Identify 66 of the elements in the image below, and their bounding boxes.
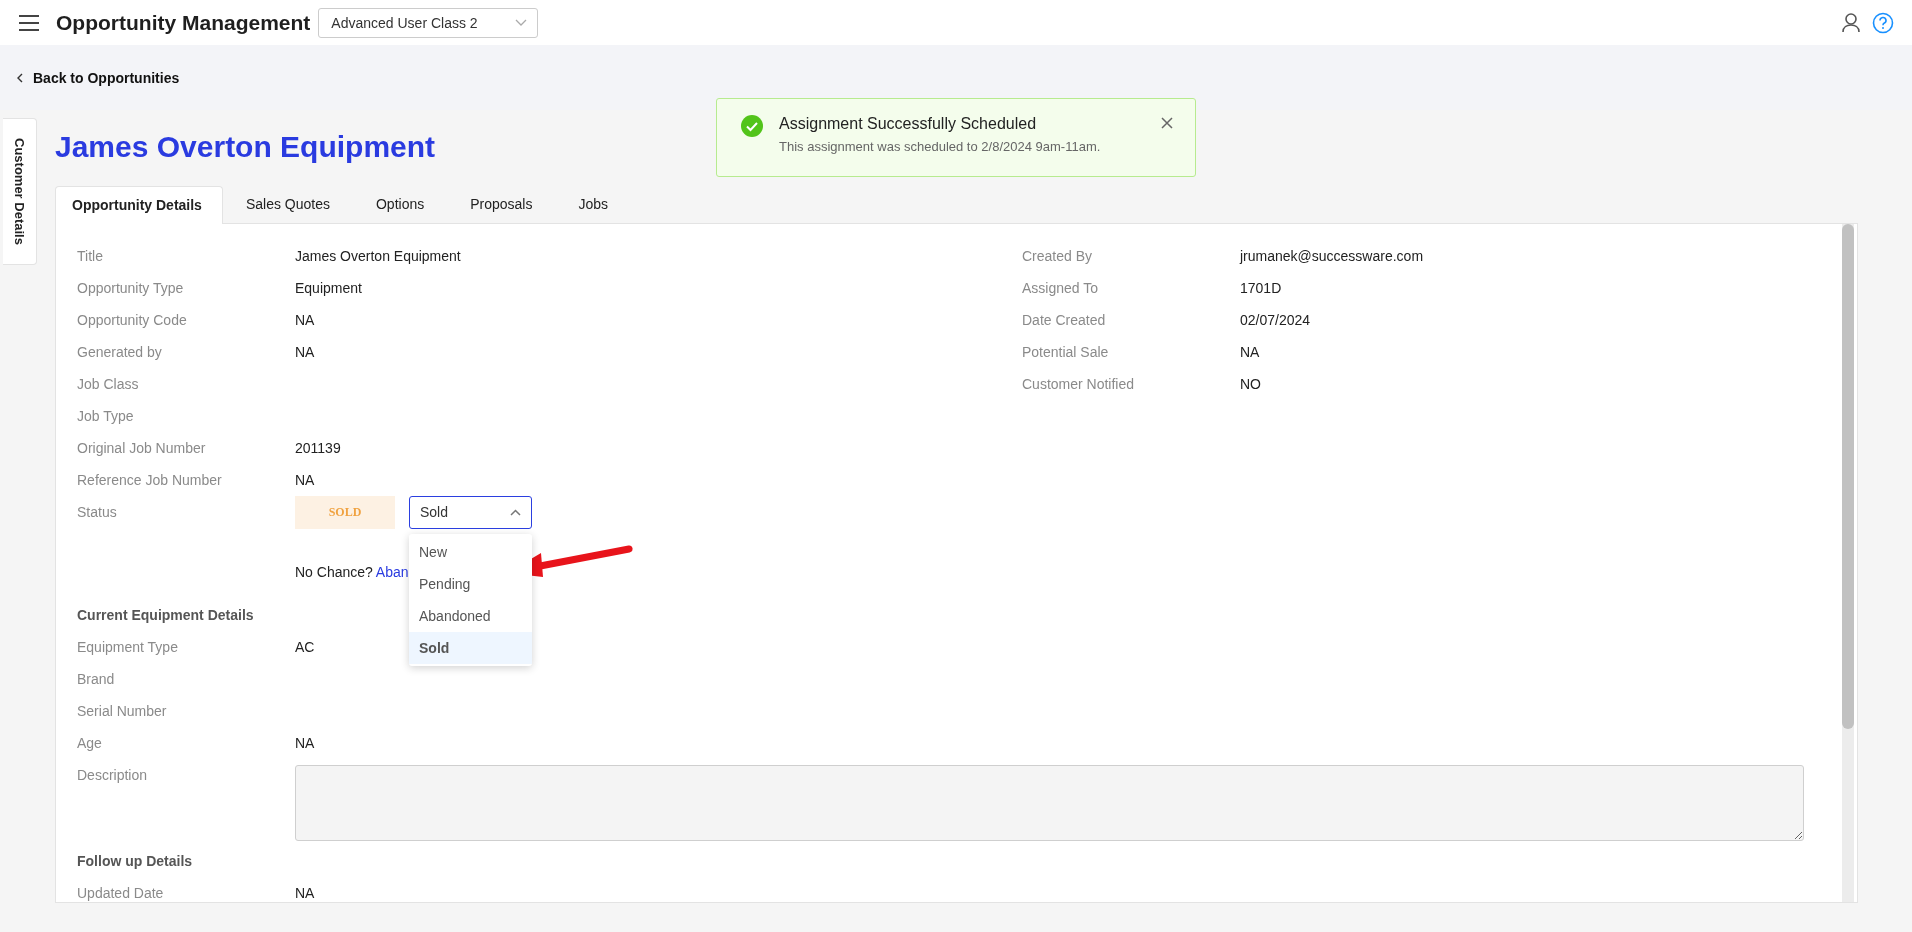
dropdown-option[interactable]: Pending <box>409 567 532 600</box>
field-label: Potential Sale <box>1022 343 1110 360</box>
dropdown-option[interactable]: Abandoned <box>409 599 532 632</box>
close-icon[interactable] <box>1161 117 1173 129</box>
tab[interactable]: Opportunity Details <box>55 185 223 224</box>
field-label: Brand <box>77 670 116 687</box>
check-icon <box>741 115 763 137</box>
menu-icon[interactable] <box>18 13 40 32</box>
field-label: Original Job Number <box>77 439 207 456</box>
class-select[interactable]: Advanced User Class 2 <box>318 7 539 38</box>
field-label: Serial Number <box>77 702 168 719</box>
tab[interactable]: Sales Quotes <box>222 184 353 223</box>
app-title: Opportunity Management <box>56 10 311 35</box>
field-label: Generated by <box>77 343 163 360</box>
chevron-icon <box>510 508 521 516</box>
field-value: NA <box>295 343 315 360</box>
field-value: NA <box>295 471 315 488</box>
field-label: Title <box>77 247 104 264</box>
field-value: NA <box>295 734 315 751</box>
chevron-icon <box>515 18 528 27</box>
field-value: 1701D <box>1240 279 1282 296</box>
field-value: NA <box>295 884 315 901</box>
tab[interactable]: Proposals <box>447 184 556 223</box>
field-value: NA <box>295 311 315 328</box>
field-label: Opportunity Code <box>77 311 188 328</box>
user-icon[interactable] <box>1842 12 1860 33</box>
field-label: Age <box>77 734 103 751</box>
toast-title: Assignment Successfully Scheduled <box>779 115 1038 133</box>
field-value: James Overton Equipment <box>295 247 461 264</box>
field-label: Description <box>77 765 149 785</box>
side-tab[interactable]: Customer Details <box>3 118 37 265</box>
help-icon[interactable] <box>1872 11 1894 34</box>
dropdown-option[interactable]: New <box>409 535 532 568</box>
back-link[interactable]: Back to Opportunities <box>16 69 180 86</box>
field-value: jrumanek@successware.com <box>1240 247 1424 264</box>
field-label: Opportunity Type <box>77 279 185 296</box>
field-label: Status <box>77 502 118 522</box>
chevron-icon <box>16 72 23 83</box>
field-label: Job Class <box>77 375 140 392</box>
tab[interactable]: Jobs <box>555 184 632 223</box>
toast-message: This assignment was scheduled to 2/8/2024 9am-11am. <box>779 139 1102 154</box>
field-value: 201139 <box>295 439 341 456</box>
description-field[interactable] <box>295 764 1804 841</box>
field-label: Job Type <box>77 407 135 424</box>
abandon-link[interactable]: Aban <box>375 563 409 580</box>
field-label: Customer Notified <box>1022 375 1136 392</box>
field-value: Equipment <box>295 279 362 296</box>
field-value: NA <box>1240 343 1260 360</box>
page-title: James Overton Equipment <box>55 130 436 165</box>
field-label: Date Created <box>1022 311 1107 328</box>
field-label: Created By <box>1022 247 1094 264</box>
field-value: AC <box>295 638 315 655</box>
field-label: Updated Date <box>77 884 165 901</box>
section-heading: Follow up Details <box>77 852 193 869</box>
scrollbar-thumb[interactable] <box>1842 223 1854 729</box>
section-heading: Current Equipment Details <box>77 606 254 623</box>
field-value: 02/07/2024 <box>1240 311 1311 328</box>
field-label: Equipment Type <box>77 638 179 655</box>
status-select[interactable]: Sold <box>409 495 532 529</box>
field-label: Assigned To <box>1022 279 1099 296</box>
no-chance-text: No Chance? <box>295 563 373 580</box>
field-value: NO <box>1240 375 1261 392</box>
tab[interactable]: Options <box>352 184 448 223</box>
status-badge: SOLD <box>295 495 395 529</box>
dropdown-option[interactable]: Sold <box>409 631 532 664</box>
field-label: Reference Job Number <box>77 471 223 488</box>
